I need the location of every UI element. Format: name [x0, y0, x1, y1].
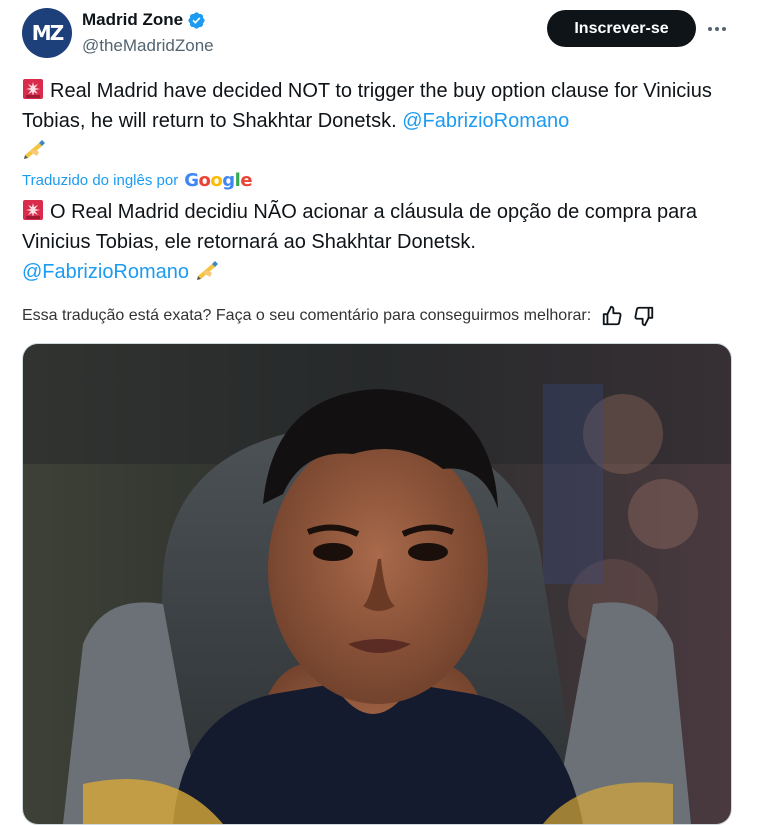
siren-emoji-icon: [23, 79, 43, 99]
translation-feedback-row: Essa tradução está exata? Faça o seu com…: [22, 305, 655, 327]
siren-emoji-icon: [23, 200, 43, 220]
tweet-header: MZ Madrid Zone @theMadridZone Inscrever-…: [0, 0, 757, 70]
tweet-media-image[interactable]: [22, 343, 732, 825]
writing-hand-emoji-icon: [24, 140, 45, 159]
verified-badge-icon: [188, 11, 205, 29]
thumbs-up-icon[interactable]: [601, 305, 623, 327]
author-name-row: Madrid Zone: [82, 10, 206, 30]
display-name[interactable]: Madrid Zone: [82, 10, 183, 30]
translation-label[interactable]: Traduzido do inglês por: [22, 172, 178, 189]
feedback-prompt: Essa tradução está exata? Faça o seu com…: [22, 307, 592, 324]
player-photo: [23, 344, 731, 824]
author-handle[interactable]: @theMadridZone: [82, 36, 214, 56]
original-mention-link[interactable]: @FabrizioRomano: [402, 110, 569, 132]
translated-tweet-text-block: O Real Madrid decidiu NÃO acionar a cláu…: [22, 197, 722, 287]
more-horizontal-icon[interactable]: [704, 16, 730, 42]
subscribe-button[interactable]: Inscrever-se: [547, 10, 696, 47]
google-logo: Google: [184, 170, 253, 191]
avatar-logo: MZ: [31, 21, 64, 45]
translated-text: O Real Madrid decidiu NÃO acionar a cláu…: [22, 201, 698, 253]
avatar[interactable]: MZ: [22, 8, 72, 58]
translation-attribution: Traduzido do inglês por Google: [22, 170, 253, 191]
original-text: Real Madrid have decided NOT to trigger …: [22, 80, 712, 132]
writing-hand-emoji-icon: [196, 261, 218, 280]
original-tweet-text-block: Real Madrid have decided NOT to trigger …: [22, 76, 722, 166]
thumbs-down-icon[interactable]: [633, 305, 655, 327]
translated-mention-link[interactable]: @FabrizioRomano: [22, 261, 189, 283]
